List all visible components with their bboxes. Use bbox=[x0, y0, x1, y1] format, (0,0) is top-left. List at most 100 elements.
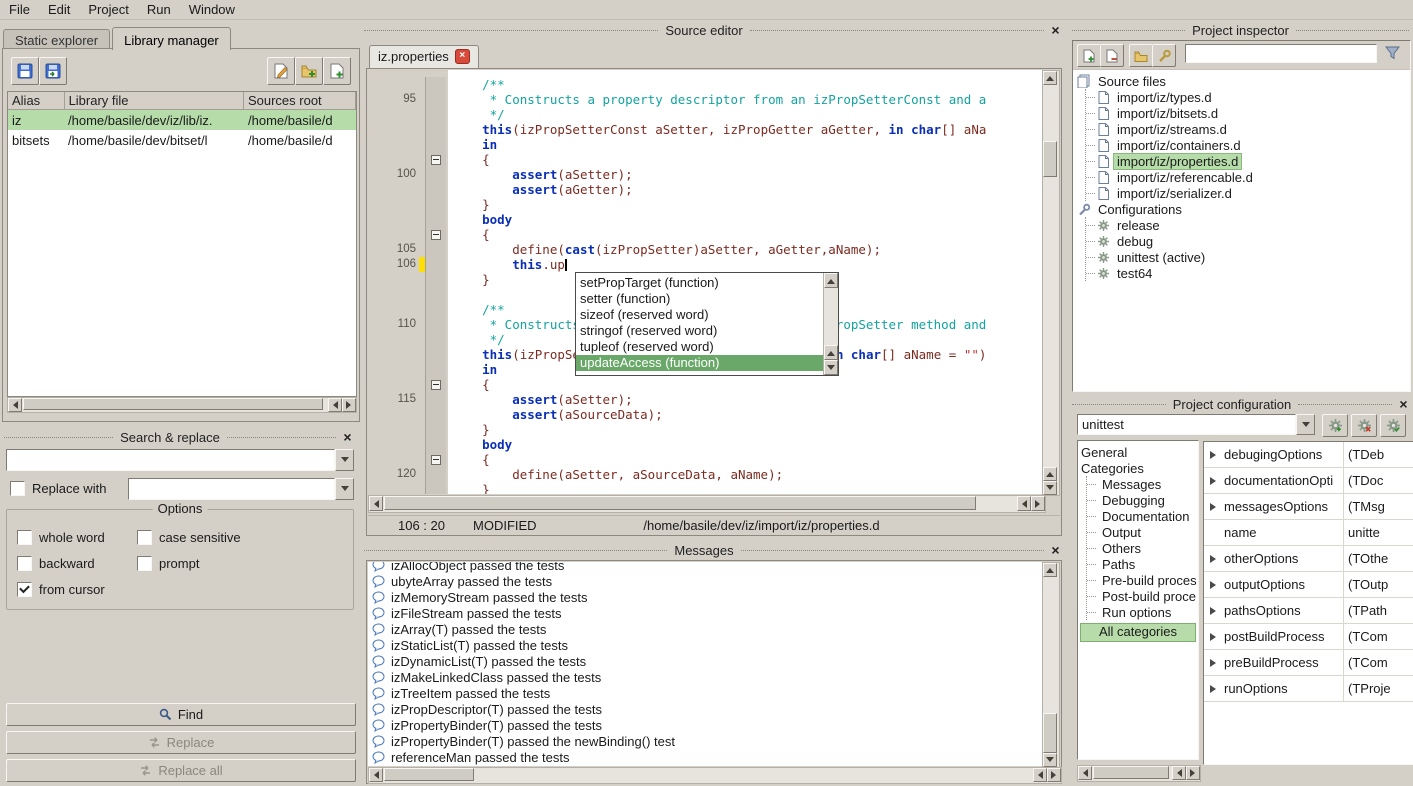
message-item[interactable]: izTreeItem passed the tests bbox=[368, 685, 1044, 701]
save-library-list-button[interactable] bbox=[11, 57, 39, 85]
completion-item[interactable]: tupleof (reserved word) bbox=[576, 339, 823, 355]
tree-item-release[interactable]: release bbox=[1086, 217, 1408, 233]
gutter-line[interactable] bbox=[368, 407, 448, 422]
property-row-pathsoptions[interactable]: pathsOptions(TPath bbox=[1204, 598, 1413, 624]
code-line[interactable]: define(cast(izPropSetter)aSetter, aGette… bbox=[452, 242, 1043, 257]
completion-item[interactable]: stringof (reserved word) bbox=[576, 323, 823, 339]
expand-arrow-icon[interactable] bbox=[1204, 555, 1222, 563]
expand-arrow-icon[interactable] bbox=[1204, 685, 1222, 693]
gutter-line[interactable] bbox=[368, 77, 448, 92]
gutter-line[interactable] bbox=[368, 122, 448, 137]
gutter-line[interactable] bbox=[368, 227, 448, 242]
gutter-line[interactable]: 106 bbox=[368, 257, 448, 272]
replace-button[interactable]: Replace bbox=[6, 731, 356, 754]
configuration-combo-value[interactable]: unittest bbox=[1077, 414, 1296, 435]
code-line[interactable]: assert(aSetter); bbox=[452, 392, 1043, 407]
inspector-filter-input[interactable] bbox=[1185, 44, 1377, 63]
category-item-debugging[interactable]: Debugging bbox=[1087, 492, 1198, 508]
fold-column[interactable] bbox=[425, 302, 446, 317]
expand-arrow-icon[interactable] bbox=[1204, 633, 1222, 641]
fold-column[interactable] bbox=[425, 167, 446, 182]
configuration-hscrollbar[interactable] bbox=[1077, 765, 1201, 782]
fold-column[interactable] bbox=[425, 122, 446, 137]
tools-button[interactable] bbox=[1152, 44, 1176, 67]
fold-column[interactable] bbox=[425, 452, 446, 467]
gutter-line[interactable] bbox=[368, 452, 448, 467]
column-header-alias[interactable]: Alias bbox=[8, 92, 65, 110]
category-item-output[interactable]: Output bbox=[1087, 524, 1198, 540]
code-line[interactable]: assert(aSourceData); bbox=[452, 407, 1043, 422]
close-messages-icon[interactable]: × bbox=[1049, 544, 1062, 557]
menu-run[interactable]: Run bbox=[138, 1, 180, 18]
tree-item-unittest-active[interactable]: unittest (active) bbox=[1086, 249, 1408, 265]
replace-with-checkbox[interactable]: Replace with bbox=[10, 481, 106, 496]
message-item[interactable]: referenceMan passed the tests bbox=[368, 749, 1044, 765]
menu-window[interactable]: Window bbox=[180, 1, 244, 18]
message-item[interactable]: izStaticList(T) passed the tests bbox=[368, 637, 1044, 653]
fold-column[interactable] bbox=[425, 272, 446, 287]
fold-column[interactable] bbox=[425, 212, 446, 227]
message-item[interactable]: izFileStream passed the tests bbox=[368, 605, 1044, 621]
fold-column[interactable] bbox=[425, 242, 446, 257]
tree-item-import-iz-streams-d[interactable]: import/iz/streams.d bbox=[1086, 121, 1408, 137]
code-line[interactable]: * Constructs a property descriptor from … bbox=[452, 92, 1043, 107]
property-row-name[interactable]: nameunitte bbox=[1204, 520, 1413, 546]
code-line[interactable]: { bbox=[452, 152, 1043, 167]
library-table-hscrollbar[interactable] bbox=[7, 397, 357, 413]
message-item[interactable]: izMakeLinkedClass passed the tests bbox=[368, 669, 1044, 685]
gutter-line[interactable] bbox=[368, 332, 448, 347]
fold-column[interactable] bbox=[425, 152, 446, 167]
gutter-line[interactable]: 120 bbox=[368, 467, 448, 482]
message-item[interactable]: izDynamicList(T) passed the tests bbox=[368, 653, 1044, 669]
gutter-line[interactable] bbox=[368, 272, 448, 287]
tree-item-import-iz-referencable-d[interactable]: import/iz/referencable.d bbox=[1086, 169, 1408, 185]
close-search-panel-icon[interactable]: × bbox=[341, 431, 354, 444]
fold-column[interactable] bbox=[425, 77, 446, 92]
document-tab-close-icon[interactable]: × bbox=[455, 49, 470, 64]
close-project-configuration-icon[interactable]: × bbox=[1397, 398, 1410, 411]
edit-library-button[interactable] bbox=[267, 57, 295, 85]
add-library-button[interactable] bbox=[323, 57, 351, 85]
fold-column[interactable] bbox=[425, 227, 446, 242]
replace-with-dropdown-icon[interactable] bbox=[335, 478, 354, 500]
category-item-pre-build-proces[interactable]: Pre-build proces bbox=[1087, 572, 1198, 588]
editor-hscrollbar[interactable] bbox=[368, 495, 1046, 513]
message-item[interactable]: izMemoryStream passed the tests bbox=[368, 589, 1044, 605]
fold-column[interactable] bbox=[425, 317, 446, 332]
fold-column[interactable] bbox=[425, 347, 446, 362]
editor-gutter[interactable]: 95100105106110115120 bbox=[368, 70, 448, 494]
property-row-runoptions[interactable]: runOptions(TProje bbox=[1204, 676, 1413, 702]
expand-arrow-icon[interactable] bbox=[1204, 477, 1222, 485]
property-row-debugingoptions[interactable]: debugingOptions(TDeb bbox=[1204, 442, 1413, 468]
library-row[interactable]: iz/home/basile/dev/iz/lib/iz./home/basil… bbox=[8, 110, 356, 130]
checkbox-from-cursor[interactable]: from cursor bbox=[17, 582, 137, 597]
fold-column[interactable] bbox=[425, 197, 446, 212]
checkbox-box-from-cursor[interactable] bbox=[17, 582, 32, 597]
load-library-list-button[interactable] bbox=[39, 57, 67, 85]
message-item[interactable]: izPropDescriptor(T) passed the tests bbox=[368, 701, 1044, 717]
code-line[interactable]: this.up bbox=[452, 257, 1043, 272]
fold-column[interactable] bbox=[425, 377, 446, 392]
property-row-postbuildprocess[interactable]: postBuildProcess(TCom bbox=[1204, 624, 1413, 650]
replace-all-button[interactable]: Replace all bbox=[6, 759, 356, 782]
gutter-line[interactable] bbox=[368, 107, 448, 122]
code-line[interactable]: { bbox=[452, 227, 1043, 242]
fold-column[interactable] bbox=[425, 287, 446, 302]
gutter-line[interactable] bbox=[368, 152, 448, 167]
fold-column[interactable] bbox=[425, 107, 446, 122]
property-row-documentationopti[interactable]: documentationOpti(TDoc bbox=[1204, 468, 1413, 494]
gutter-line[interactable] bbox=[368, 347, 448, 362]
replace-with-combo[interactable] bbox=[128, 478, 354, 500]
gutter-line[interactable] bbox=[368, 182, 448, 197]
tree-root-configurations[interactable]: Configurations bbox=[1077, 201, 1408, 217]
expand-arrow-icon[interactable] bbox=[1204, 581, 1222, 589]
property-row-messagesoptions[interactable]: messagesOptions(TMsg bbox=[1204, 494, 1413, 520]
fold-column[interactable] bbox=[425, 257, 446, 272]
message-item[interactable]: izPropertyBinder(T) passed the tests bbox=[368, 717, 1044, 733]
message-item[interactable]: ubyteArray passed the tests bbox=[368, 573, 1044, 589]
category-item-messages[interactable]: Messages bbox=[1087, 476, 1198, 492]
checkbox-prompt[interactable]: prompt bbox=[137, 556, 347, 571]
checkbox-backward[interactable]: backward bbox=[17, 556, 137, 571]
replace-with-field[interactable] bbox=[128, 478, 335, 500]
all-categories-button[interactable]: All categories bbox=[1080, 623, 1196, 642]
